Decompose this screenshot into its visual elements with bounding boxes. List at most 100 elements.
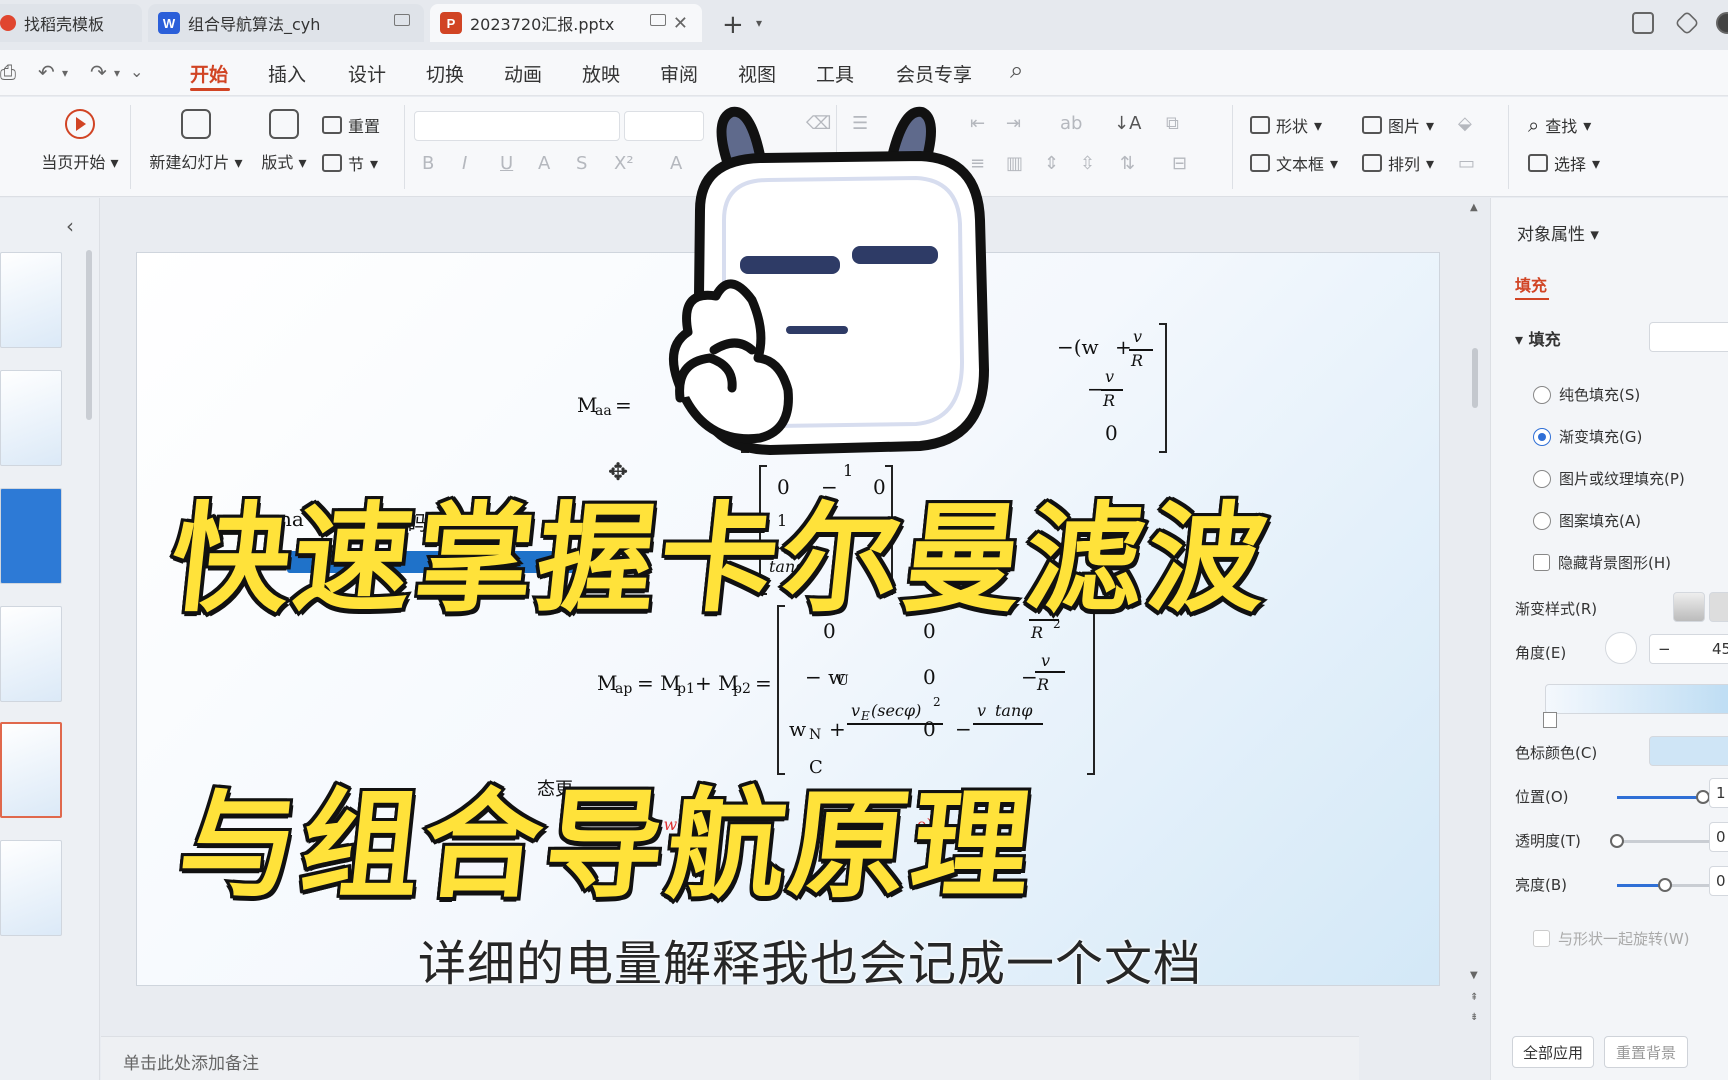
partial-text: C <box>809 757 823 778</box>
menu-home[interactable]: 开始 <box>190 60 228 87</box>
menu-transition[interactable]: 切换 <box>426 60 464 87</box>
more-icon[interactable]: ⌄ <box>130 62 143 81</box>
gradient-style-swatch[interactable] <box>1673 592 1705 622</box>
menu-animation[interactable]: 动画 <box>504 60 542 87</box>
line-spacing-icon[interactable]: ⇕ <box>1044 153 1059 174</box>
print-preview-icon[interactable]: ⎙ <box>0 60 16 84</box>
gradient-fill-radio[interactable]: 渐变填充(G) <box>1533 426 1642 447</box>
tab-word-document[interactable]: W 组合导航算法_cyh <box>148 4 424 42</box>
find-button[interactable]: ⌕ 查找 ▾ <box>1528 113 1591 137</box>
slide-thumbnail[interactable] <box>0 252 62 348</box>
textbox-button[interactable]: 文本框 ▾ <box>1250 151 1338 175</box>
undo-icon[interactable]: ↶ <box>38 60 55 84</box>
transparency-input[interactable]: 0 <box>1709 822 1728 852</box>
underline-icon[interactable]: U <box>500 153 513 174</box>
chevron-down-icon[interactable]: ▾ <box>756 16 762 30</box>
paragraph-spacing-icon[interactable]: ⇳ <box>1080 153 1095 174</box>
columns-icon[interactable]: ⇅ <box>1120 153 1135 174</box>
monitor-icon[interactable] <box>394 14 410 26</box>
tab-pptx-document[interactable]: P 2023720汇报.pptx ✕ <box>430 4 702 42</box>
monitor-icon[interactable] <box>650 14 666 26</box>
new-tab-icon[interactable]: + <box>722 10 744 40</box>
strikethrough-icon[interactable]: A <box>538 153 550 174</box>
menu-vip[interactable]: 会员专享 <box>896 60 972 87</box>
slide-thumbnail[interactable] <box>0 606 62 702</box>
brightness-input[interactable]: 0 <box>1709 866 1728 896</box>
cube-icon[interactable] <box>1674 10 1700 36</box>
menu-insert[interactable]: 插入 <box>268 60 306 87</box>
position-input[interactable]: 1 <box>1709 778 1728 808</box>
layout-button[interactable]: 版式 ▾ <box>256 109 312 173</box>
play-from-current-button[interactable]: 当页开始 ▾ <box>30 109 130 173</box>
panel-title[interactable]: 对象属性 ▾ <box>1517 220 1599 245</box>
gradient-stop-handle[interactable] <box>1543 712 1557 728</box>
angle-input[interactable]: − 45 <box>1649 634 1728 664</box>
select-button[interactable]: 选择 ▾ <box>1528 151 1600 175</box>
reset-button[interactable]: 重置 <box>322 113 380 137</box>
arrange-button[interactable]: 排列 ▾ <box>1362 151 1434 175</box>
redo-icon[interactable]: ↷ <box>90 60 107 84</box>
slide-thumbnail[interactable] <box>0 840 62 936</box>
sort-icon[interactable]: ↓A <box>1114 113 1141 134</box>
superscript-icon[interactable]: X² <box>614 153 634 174</box>
scroll-down-icon[interactable]: ▼ <box>1470 970 1478 981</box>
tab-docer-templates[interactable]: 找稻壳模板 <box>0 4 142 42</box>
search-icon[interactable]: ⌕ <box>1010 56 1023 84</box>
rotate-with-shape-checkbox[interactable]: 与形状一起旋转(W) <box>1533 928 1690 949</box>
convert-icon[interactable]: ⧉ <box>1166 113 1179 134</box>
shape-button[interactable]: 形状 ▾ <box>1250 113 1322 137</box>
gradient-bar[interactable] <box>1545 684 1728 714</box>
angle-dial[interactable] <box>1605 632 1637 664</box>
fill-icon[interactable]: ⬙ <box>1458 113 1472 134</box>
fill-section-header[interactable]: ▾ 填充 <box>1515 326 1561 350</box>
slide-vertical-scrollbar[interactable]: ▲ ▼ ⇞ ⇟ <box>1468 198 1482 1036</box>
hide-background-checkbox[interactable]: 隐藏背景图形(H) <box>1533 552 1671 573</box>
chevron-down-icon[interactable]: ▾ <box>62 66 68 80</box>
section-button[interactable]: 节 ▾ <box>322 151 378 175</box>
new-slide-button[interactable]: 新建幻灯片 ▾ <box>144 109 248 173</box>
bold-icon[interactable]: B <box>422 153 434 174</box>
fill-preview-box[interactable] <box>1649 322 1728 352</box>
thumbnail-scrollbar[interactable] <box>86 250 92 420</box>
sidebar-toggle-icon[interactable] <box>1632 12 1654 34</box>
solid-fill-radio[interactable]: 纯色填充(S) <box>1533 384 1640 405</box>
angle-label: 角度(E) <box>1515 644 1567 662</box>
tab-fill[interactable]: 填充 <box>1515 272 1547 296</box>
stop-color-picker[interactable] <box>1649 736 1728 766</box>
close-icon[interactable]: ✕ <box>673 13 688 34</box>
shadow-icon[interactable]: S <box>576 153 587 174</box>
text-align-icon[interactable]: ⊟ <box>1172 153 1187 174</box>
chevron-left-icon[interactable]: ‹ <box>66 214 74 238</box>
outline-icon[interactable]: ▭ <box>1458 153 1475 174</box>
scroll-up-icon[interactable]: ▲ <box>1470 202 1478 213</box>
chevron-down-icon[interactable]: ▾ <box>114 66 120 80</box>
slide-thumbnail[interactable] <box>0 370 62 466</box>
scrollbar-thumb[interactable] <box>1472 348 1478 408</box>
slider-knob[interactable] <box>1658 878 1672 892</box>
apply-all-button[interactable]: 全部应用 <box>1512 1036 1594 1068</box>
gradient-style-swatch[interactable] <box>1709 592 1728 622</box>
menu-view[interactable]: 视图 <box>738 60 776 87</box>
avatar[interactable] <box>1716 12 1728 34</box>
menu-review[interactable]: 审阅 <box>660 60 698 87</box>
position-slider[interactable] <box>1617 790 1713 804</box>
menu-slideshow[interactable]: 放映 <box>582 60 620 87</box>
picture-fill-radio[interactable]: 图片或纹理填充(P) <box>1533 468 1685 489</box>
picture-button[interactable]: 图片 ▾ <box>1362 113 1434 137</box>
italic-icon[interactable]: I <box>462 153 467 174</box>
font-family-select[interactable] <box>414 111 620 141</box>
transparency-slider[interactable] <box>1610 834 1713 848</box>
previous-slide-icon[interactable]: ⇞ <box>1470 992 1478 1003</box>
text-direction-icon[interactable]: ab <box>1060 113 1082 134</box>
notes-pane[interactable]: 单击此处添加备注 <box>101 1036 1359 1080</box>
next-slide-icon[interactable]: ⇟ <box>1470 1012 1478 1023</box>
menu-tools[interactable]: 工具 <box>816 60 854 87</box>
slider-knob[interactable] <box>1610 834 1624 848</box>
textbox-icon <box>1250 154 1270 172</box>
slide-thumbnail[interactable] <box>0 488 62 584</box>
menu-design[interactable]: 设计 <box>348 60 386 87</box>
slide-thumbnail-selected[interactable] <box>0 722 62 818</box>
brightness-slider[interactable] <box>1617 878 1713 892</box>
pattern-fill-radio[interactable]: 图案填充(A) <box>1533 510 1641 531</box>
reset-background-button[interactable]: 重置背景 <box>1604 1036 1688 1068</box>
